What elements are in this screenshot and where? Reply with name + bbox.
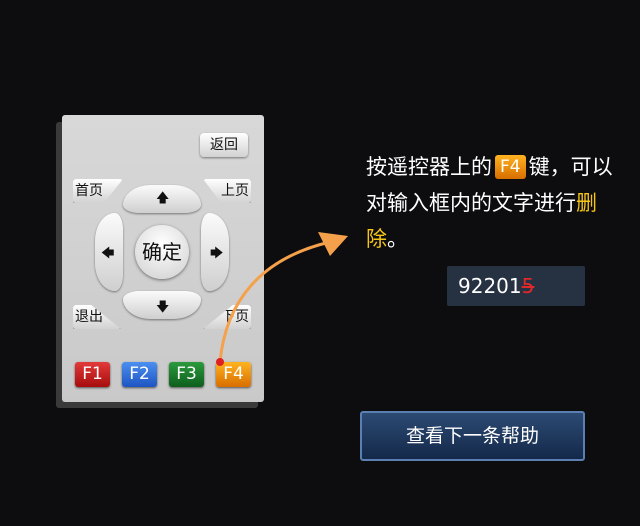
demo-input-box: 922015 [447,266,585,306]
next-help-button[interactable]: 查看下一条帮助 [360,411,585,461]
pointer-curve [218,240,331,363]
deleted-char: 5 [521,274,535,298]
pointer-origin-dot [216,358,224,366]
f4-key-badge: F4 [495,155,526,179]
demo-input-text: 92201 [458,274,522,298]
instruction-part1: 按遥控器上的 [366,155,492,179]
instruction-part3: 。 [387,227,408,251]
instruction-text: 按遥控器上的 F4 键，可以对输入框内的文字进行删除。 [366,149,616,257]
